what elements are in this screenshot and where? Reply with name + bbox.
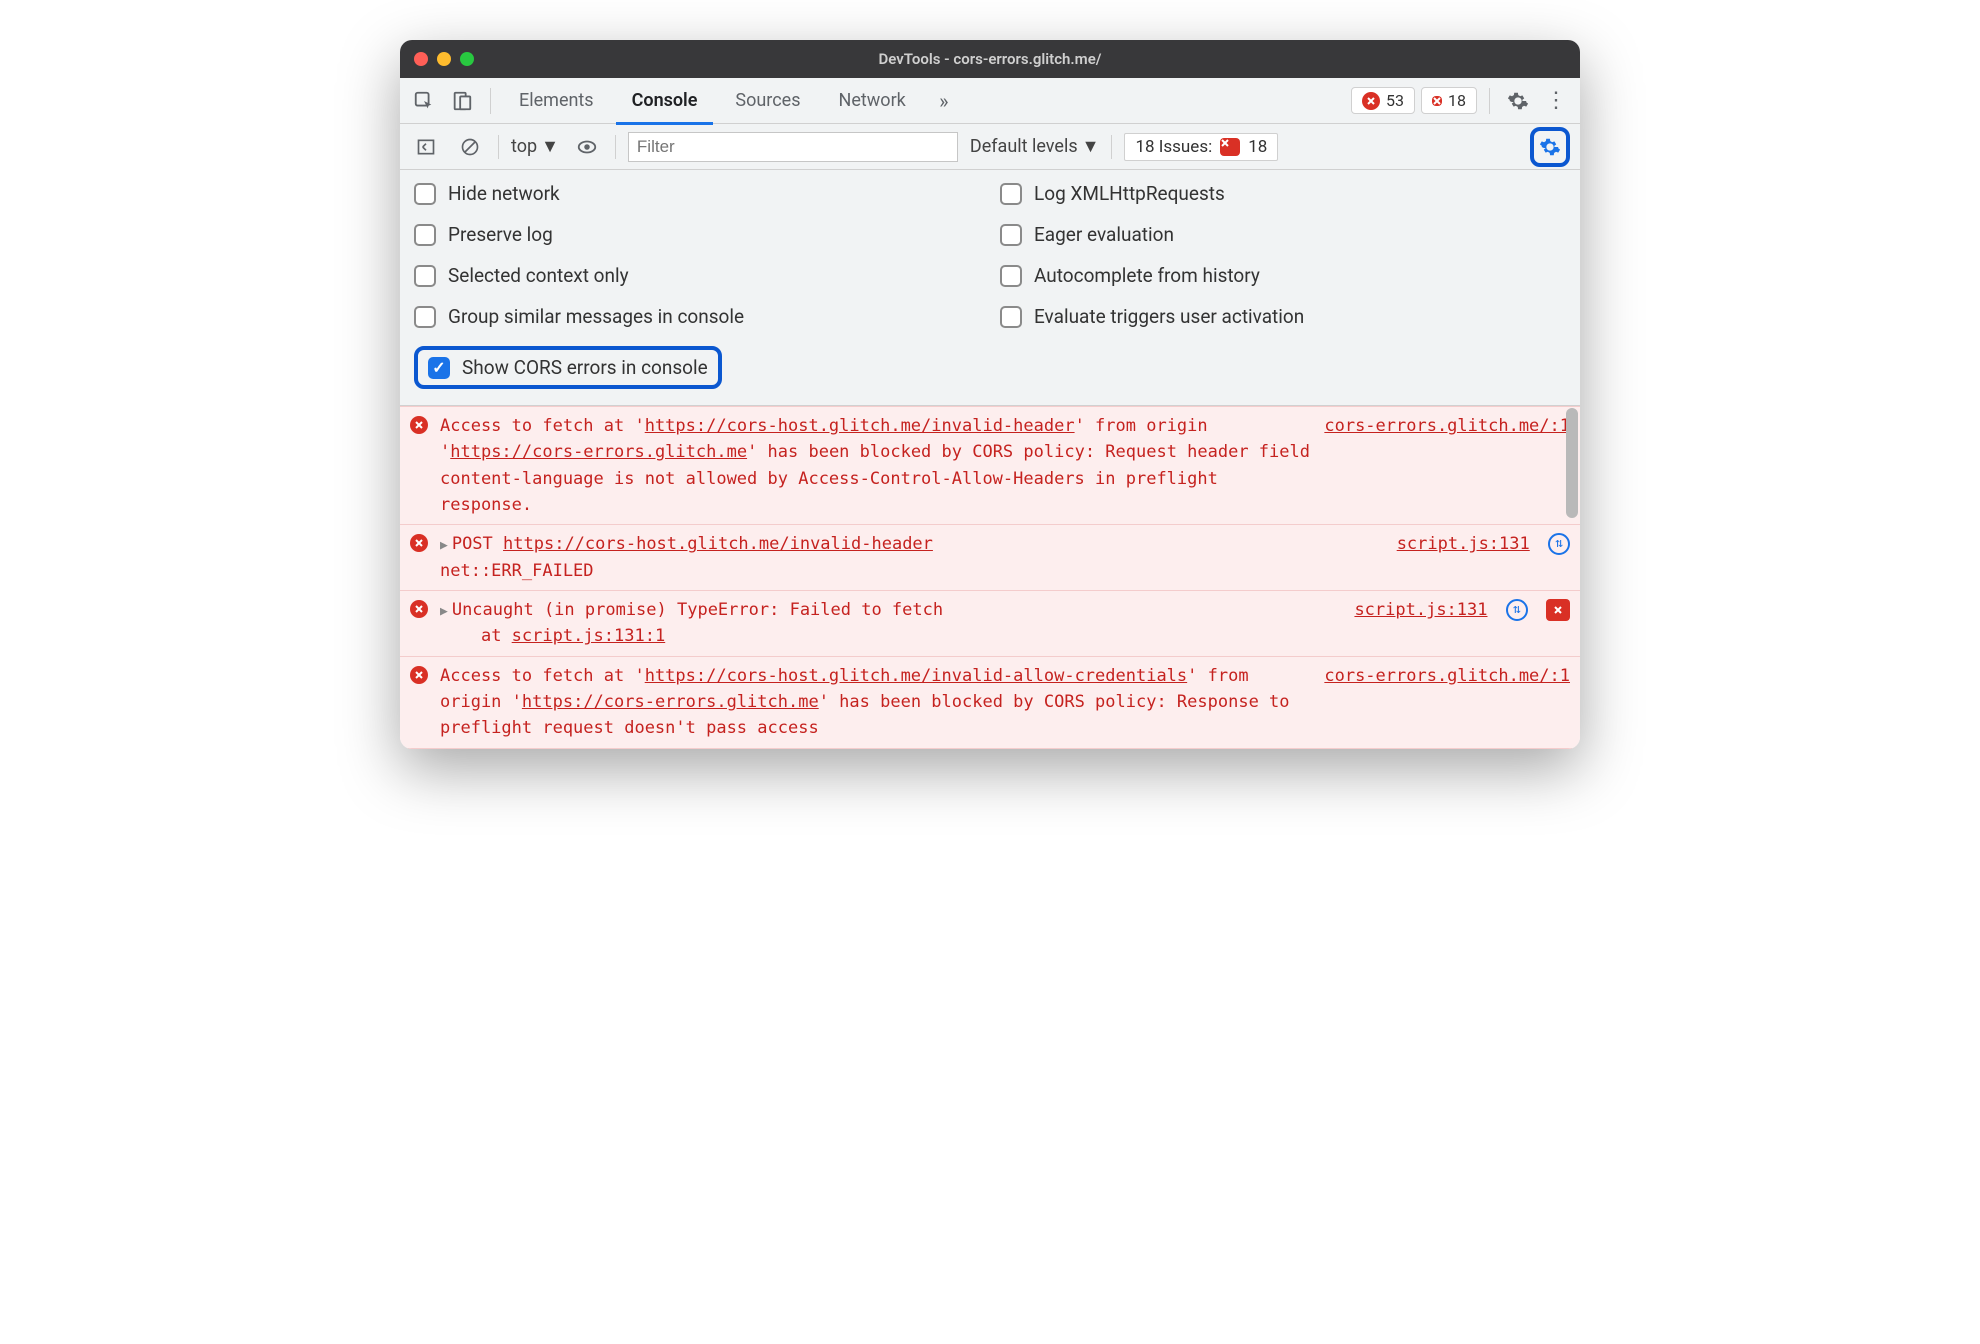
log-levels-label: Default levels (970, 136, 1078, 157)
log-source: script.js:131 ⇅ (1354, 597, 1570, 650)
filter-input[interactable] (628, 132, 958, 162)
device-toolbar-icon[interactable] (446, 85, 478, 117)
initiator-icon[interactable]: ⇅ (1506, 599, 1528, 621)
toolbar-separator-3 (1111, 135, 1112, 159)
tab-network[interactable]: Network (823, 79, 922, 125)
chevron-down-icon: ▼ (1082, 136, 1100, 157)
tab-elements-label: Elements (519, 90, 594, 111)
log-url-link[interactable]: https://cors-host.glitch.me/invalid-head… (645, 416, 1075, 436)
tab-sources-label: Sources (735, 90, 800, 111)
console-settings-panel: Hide network Log XMLHttpRequests Preserv… (400, 170, 1580, 406)
checkbox-eager-evaluation[interactable]: Eager evaluation (1000, 223, 1566, 246)
window-title: DevTools - cors-errors.glitch.me/ (400, 50, 1580, 68)
checkbox-autocomplete-history[interactable]: Autocomplete from history (1000, 264, 1566, 287)
log-url-link[interactable]: https://cors-errors.glitch.me (450, 442, 747, 462)
error-badge-icon (1362, 92, 1380, 110)
log-url-link[interactable]: https://cors-host.glitch.me/invalid-head… (503, 534, 933, 554)
checkbox-hide-network[interactable]: Hide network (414, 182, 980, 205)
zoom-window-button[interactable] (460, 52, 474, 66)
tab-console[interactable]: Console (616, 79, 714, 125)
checkbox-label: Evaluate triggers user activation (1034, 305, 1304, 328)
error-count-pill[interactable]: 53 (1351, 87, 1415, 114)
issue-badge-icon (1220, 138, 1240, 156)
devtools-window: DevTools - cors-errors.glitch.me/ Elemen… (400, 40, 1580, 749)
tabbar-separator (490, 88, 491, 114)
issues-count: 18 (1248, 137, 1267, 157)
checkbox-group-similar[interactable]: Group similar messages in console (414, 305, 980, 328)
checkbox-log-xhr[interactable]: Log XMLHttpRequests (1000, 182, 1566, 205)
vertical-scrollbar[interactable] (1566, 408, 1578, 747)
checkbox-evaluate-triggers-activation[interactable]: Evaluate triggers user activation (1000, 305, 1566, 328)
more-tabs-icon[interactable]: » (928, 85, 960, 117)
chevron-down-icon: ▼ (541, 136, 559, 157)
checkbox-show-cors-errors[interactable]: Show CORS errors in console (428, 356, 708, 379)
log-message: ▶POST https://cors-host.glitch.me/invali… (440, 531, 1387, 584)
traffic-lights (414, 52, 474, 66)
toolbar-separator-2 (615, 135, 616, 159)
log-row-error[interactable]: ▶POST https://cors-host.glitch.me/invali… (400, 525, 1580, 591)
log-source: script.js:131 ⇅ (1397, 531, 1570, 584)
settings-gear-icon[interactable] (1502, 85, 1534, 117)
log-row-error[interactable]: Access to fetch at 'https://cors-host.gl… (400, 406, 1580, 525)
clear-console-icon[interactable] (454, 131, 486, 163)
issue-badge-icon (1432, 96, 1442, 106)
minimize-window-button[interactable] (437, 52, 451, 66)
issue-count: 18 (1448, 91, 1466, 110)
toolbar-separator (498, 135, 499, 159)
highlighted-checkbox: Show CORS errors in console (414, 346, 722, 389)
issues-label: 18 Issues: (1135, 137, 1212, 157)
kebab-menu-icon[interactable]: ⋮ (1540, 85, 1572, 117)
issue-count-pill[interactable]: 18 (1421, 87, 1477, 114)
main-tabbar: Elements Console Sources Network » 53 18… (400, 78, 1580, 124)
disclosure-triangle-icon[interactable]: ▶ (440, 602, 448, 622)
inspect-element-icon[interactable] (408, 85, 440, 117)
scrollbar-thumb[interactable] (1566, 408, 1578, 518)
checkbox-label: Log XMLHttpRequests (1034, 182, 1225, 205)
disclosure-triangle-icon[interactable]: ▶ (440, 536, 448, 556)
log-stack-link[interactable]: script.js:131:1 (512, 626, 666, 646)
tabbar-separator-2 (1489, 88, 1490, 114)
log-source-link[interactable]: script.js:131 (1354, 600, 1487, 620)
tab-sources[interactable]: Sources (719, 79, 816, 125)
checkbox-label: Hide network (448, 182, 560, 205)
error-icon (410, 663, 430, 742)
tab-elements[interactable]: Elements (503, 79, 610, 125)
log-url-link[interactable]: https://cors-errors.glitch.me (522, 692, 819, 712)
context-selector-label: top (511, 136, 537, 157)
error-icon (410, 597, 430, 650)
checkbox-label: Eager evaluation (1034, 223, 1174, 246)
console-log-area: Access to fetch at 'https://cors-host.gl… (400, 406, 1580, 749)
tab-console-label: Console (632, 90, 698, 111)
log-url-link[interactable]: https://cors-host.glitch.me/invalid-allo… (645, 666, 1187, 686)
issues-summary[interactable]: 18 Issues: 18 (1124, 133, 1278, 161)
checkbox-label: Autocomplete from history (1034, 264, 1260, 287)
console-settings-gear-icon[interactable] (1530, 127, 1570, 167)
log-row-error[interactable]: Access to fetch at 'https://cors-host.gl… (400, 657, 1580, 749)
log-message: Access to fetch at 'https://cors-host.gl… (440, 413, 1314, 518)
log-source-link[interactable]: cors-errors.glitch.me/:1 (1324, 413, 1570, 518)
checkbox-label: Preserve log (448, 223, 553, 246)
error-icon (410, 413, 430, 518)
checkbox-label: Group similar messages in console (448, 305, 744, 328)
error-icon (410, 531, 430, 584)
live-expression-icon[interactable] (571, 131, 603, 163)
titlebar: DevTools - cors-errors.glitch.me/ (400, 40, 1580, 78)
log-levels-selector[interactable]: Default levels ▼ (970, 136, 1100, 157)
console-toolbar: top ▼ Default levels ▼ 18 Issues: 18 (400, 124, 1580, 170)
log-row-error[interactable]: ▶Uncaught (in promise) TypeError: Failed… (400, 591, 1580, 657)
error-count: 53 (1386, 91, 1404, 110)
log-source-link[interactable]: script.js:131 (1397, 534, 1530, 554)
checkbox-label: Selected context only (448, 264, 629, 287)
log-message: Access to fetch at 'https://cors-host.gl… (440, 663, 1314, 742)
log-message: ▶Uncaught (in promise) TypeError: Failed… (440, 597, 1344, 650)
show-console-sidebar-icon[interactable] (410, 131, 442, 163)
close-window-button[interactable] (414, 52, 428, 66)
tab-network-label: Network (839, 90, 906, 111)
context-selector[interactable]: top ▼ (511, 136, 559, 157)
checkbox-label: Show CORS errors in console (462, 356, 708, 379)
log-source-link[interactable]: cors-errors.glitch.me/:1 (1324, 663, 1570, 742)
checkbox-selected-context-only[interactable]: Selected context only (414, 264, 980, 287)
checkbox-preserve-log[interactable]: Preserve log (414, 223, 980, 246)
